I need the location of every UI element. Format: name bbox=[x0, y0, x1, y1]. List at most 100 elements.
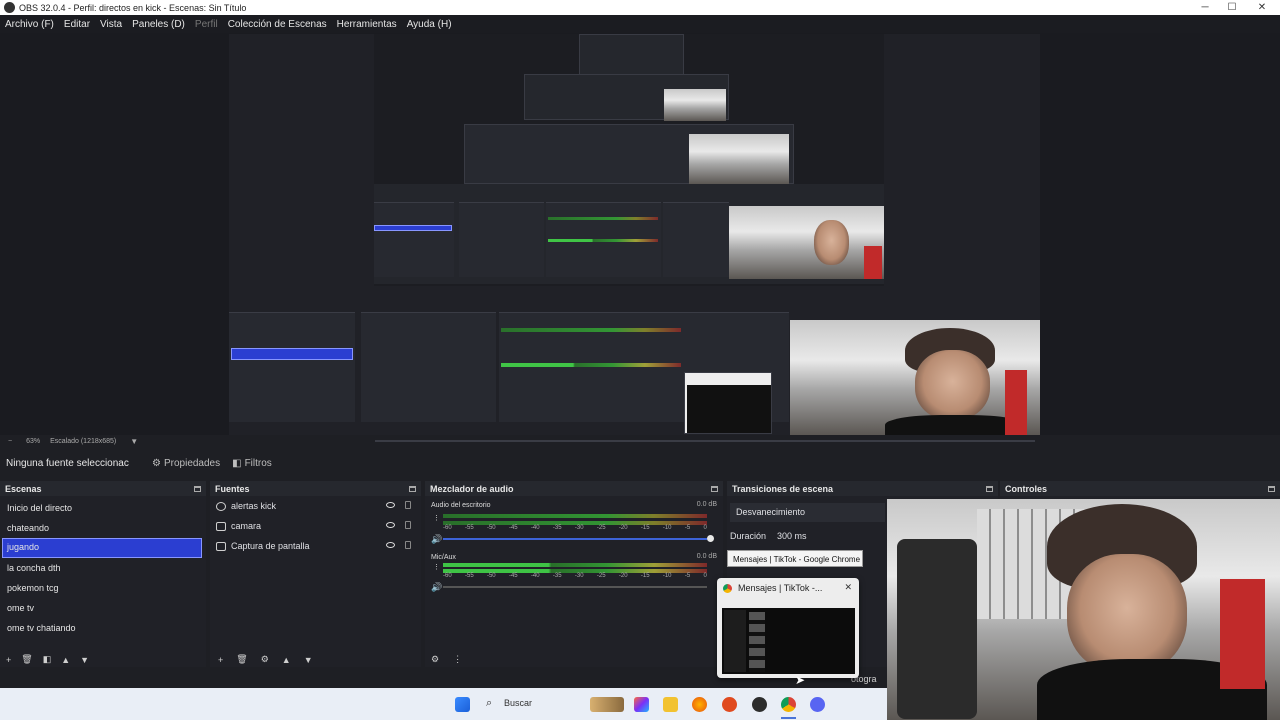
mini-selected-scene bbox=[374, 225, 452, 231]
mini-meter bbox=[548, 239, 658, 242]
search-icon[interactable]: ⌕ bbox=[486, 697, 492, 710]
tick: -45 bbox=[508, 573, 518, 579]
windows-start-icon[interactable] bbox=[455, 697, 470, 712]
volume-slider[interactable] bbox=[443, 586, 707, 588]
mouse-cursor-icon: ➤ bbox=[795, 673, 806, 687]
down-arrow-icon[interactable]: ▼ bbox=[304, 655, 313, 665]
trash-icon[interactable]: 🗑 bbox=[236, 654, 247, 665]
visibility-eye-icon[interactable] bbox=[386, 542, 395, 548]
visibility-eye-icon[interactable] bbox=[386, 502, 395, 508]
tick: -15 bbox=[640, 573, 650, 579]
menu-editar[interactable]: Editar bbox=[59, 19, 95, 30]
chrome-thumbnail-popup[interactable]: Mensajes | TikTok -... ✕ bbox=[717, 578, 859, 678]
scene-item[interactable]: ome tv bbox=[0, 598, 206, 618]
taskbar-tooltip: Mensajes | TikTok - Google Chrome bbox=[727, 550, 863, 567]
scenes-footer: + 🗑 ◧ ▲ ▼ bbox=[0, 652, 89, 667]
menu-archivo[interactable]: Archivo (F) bbox=[0, 19, 59, 30]
up-arrow-icon[interactable]: ▲ bbox=[282, 655, 291, 665]
menu-coleccion-escenas[interactable]: Colección de Escenas bbox=[223, 19, 332, 30]
preview-scrollbar[interactable] bbox=[375, 440, 1035, 442]
transition-select[interactable]: Desvanecimiento bbox=[730, 503, 885, 522]
shirt-shape bbox=[885, 415, 1025, 435]
add-icon[interactable]: + bbox=[218, 655, 223, 665]
source-item[interactable]: alertas kick bbox=[210, 496, 421, 516]
scenes-title: Escenas bbox=[5, 483, 42, 494]
firefox-icon[interactable] bbox=[692, 697, 707, 712]
scene-item[interactable]: chateando bbox=[0, 518, 206, 538]
lock-icon[interactable] bbox=[405, 541, 411, 549]
kebab-icon[interactable]: ⋮ bbox=[433, 514, 440, 522]
chevron-down-icon[interactable]: ▼ bbox=[130, 437, 138, 446]
transitions-header: Transiciones de escena bbox=[727, 481, 998, 496]
scene-item[interactable]: pokemon tcg bbox=[0, 578, 206, 598]
webcam-thumbnail bbox=[664, 89, 726, 121]
app-icon[interactable] bbox=[722, 697, 737, 712]
scene-item[interactable]: ome tv chatiando bbox=[0, 618, 206, 638]
chrome-taskbar-icon[interactable] bbox=[781, 697, 796, 712]
discord-icon[interactable] bbox=[810, 697, 825, 712]
copilot-icon[interactable] bbox=[634, 697, 649, 712]
tick: -40 bbox=[530, 573, 540, 579]
file-explorer-icon[interactable] bbox=[663, 697, 678, 712]
dock-float-icon[interactable] bbox=[986, 485, 993, 492]
webcam-overlay bbox=[887, 499, 1280, 720]
windows-taskbar: ⌕ Buscar bbox=[0, 688, 887, 720]
dock-float-icon[interactable] bbox=[711, 485, 718, 492]
mini-meter bbox=[501, 328, 681, 332]
menu-paneles[interactable]: Paneles (D) bbox=[127, 19, 190, 30]
close-icon[interactable]: ✕ bbox=[844, 582, 852, 593]
obs-logo-icon bbox=[4, 2, 15, 13]
add-icon[interactable]: + bbox=[6, 655, 11, 665]
up-arrow-icon[interactable]: ▲ bbox=[61, 655, 70, 665]
tick: 0 bbox=[703, 573, 707, 579]
collapse-icon[interactable]: − bbox=[8, 438, 12, 445]
menu-vista[interactable]: Vista bbox=[95, 19, 127, 30]
scene-item[interactable]: Inicio del directo bbox=[0, 498, 206, 518]
maximize-button[interactable]: ☐ bbox=[1215, 0, 1249, 15]
scene-item[interactable]: la concha dth bbox=[0, 558, 206, 578]
red-chair-shape bbox=[1220, 579, 1265, 689]
zoom-level[interactable]: 63% bbox=[26, 438, 40, 445]
speaker-icon[interactable]: 🔊 bbox=[431, 582, 442, 593]
menu-ayuda[interactable]: Ayuda (H) bbox=[402, 19, 457, 30]
dock-float-icon[interactable] bbox=[194, 485, 201, 492]
gear-icon[interactable]: ⚙ bbox=[261, 654, 269, 665]
volume-slider[interactable] bbox=[443, 538, 707, 540]
kebab-icon[interactable]: ⋮ bbox=[453, 654, 462, 665]
preview-canvas[interactable] bbox=[229, 34, 1040, 435]
mixer-title: Mezclador de audio bbox=[430, 483, 514, 494]
visibility-eye-icon[interactable] bbox=[386, 522, 395, 528]
mini-scenes bbox=[374, 202, 454, 277]
lock-icon[interactable] bbox=[405, 521, 411, 529]
dock-float-icon[interactable] bbox=[409, 485, 416, 492]
source-item[interactable]: camara bbox=[210, 516, 421, 536]
scaling-label[interactable]: Escalado (1218x685) bbox=[50, 438, 116, 445]
window-title: OBS 32.0.4 - Perfil: directos en kick - … bbox=[19, 2, 247, 13]
obs-taskbar-icon[interactable] bbox=[752, 697, 767, 712]
properties-button[interactable]: ⚙ Propiedades bbox=[146, 456, 226, 471]
tick: -45 bbox=[508, 525, 518, 531]
tick: -60 bbox=[443, 525, 452, 531]
lock-icon[interactable] bbox=[405, 501, 411, 509]
dock-float-icon[interactable] bbox=[1268, 485, 1275, 492]
speaker-icon[interactable]: 🔊 bbox=[431, 534, 442, 545]
filter-icon: ◧ bbox=[232, 457, 242, 469]
filters-button[interactable]: ◧ Filtros bbox=[226, 456, 278, 471]
duration-input[interactable]: 300 ms bbox=[777, 531, 807, 541]
menu-perfil[interactable]: Perfil bbox=[190, 19, 223, 30]
trash-icon[interactable]: 🗑 bbox=[21, 654, 32, 665]
close-window-button[interactable]: ✕ bbox=[1245, 0, 1279, 15]
taskbar-search[interactable]: Buscar bbox=[504, 698, 532, 708]
kebab-icon[interactable]: ⋮ bbox=[433, 563, 440, 571]
volume-slider-knob[interactable] bbox=[707, 535, 714, 542]
sources-dock: Fuentes alertas kick camara Captura de p… bbox=[210, 481, 421, 667]
advanced-audio-icon[interactable]: ⚙ bbox=[431, 654, 439, 665]
down-arrow-icon[interactable]: ▼ bbox=[80, 655, 89, 665]
tick: -30 bbox=[574, 573, 584, 579]
scene-item-selected[interactable]: jugando bbox=[2, 538, 202, 558]
controls-title: Controles bbox=[1005, 483, 1048, 494]
source-item[interactable]: Captura de pantalla bbox=[210, 536, 421, 556]
menu-herramientas[interactable]: Herramientas bbox=[332, 19, 402, 30]
filter-icon[interactable]: ◧ bbox=[43, 654, 52, 665]
widgets-icon[interactable] bbox=[590, 697, 624, 712]
